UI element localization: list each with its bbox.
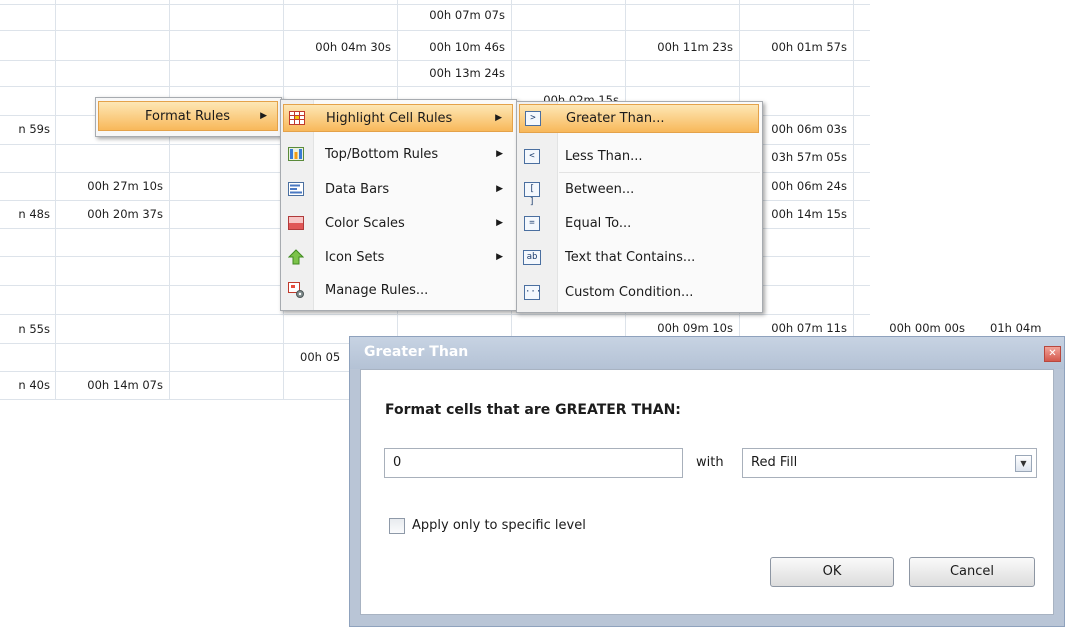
equal-to-icon: = bbox=[523, 214, 541, 232]
menu-item-highlight-cell-rules[interactable]: Highlight Cell Rules ▶ bbox=[283, 104, 513, 132]
format-rules-submenu: Highlight Cell Rules ▶ Top/Bottom Rules … bbox=[280, 99, 517, 311]
icon-sets-icon bbox=[287, 248, 305, 266]
dialog-title: Greater Than bbox=[364, 344, 469, 360]
menu-item-label: Format Rules bbox=[145, 108, 231, 124]
submenu-arrow-icon: ▶ bbox=[495, 113, 502, 123]
menu-item-top-bottom-rules[interactable]: Top/Bottom Rules ▶ bbox=[283, 140, 513, 168]
grid-cell[interactable]: 00h 10m 46s bbox=[397, 37, 505, 57]
dialog-heading: Format cells that are GREATER THAN: bbox=[385, 402, 681, 418]
between-icon-glyph: [ ] bbox=[524, 181, 540, 207]
grid-row-line bbox=[0, 60, 870, 61]
format-select-value: Red Fill bbox=[751, 455, 798, 470]
menu-separator bbox=[559, 172, 760, 173]
between-icon: [ ] bbox=[523, 180, 541, 207]
apply-specific-level-label: Apply only to specific level bbox=[412, 518, 586, 533]
grid-cell[interactable]: 00h 27m 10s bbox=[55, 176, 163, 196]
grid-row-line bbox=[0, 314, 870, 315]
menu-item-custom-condition[interactable]: ··· Custom Condition... bbox=[519, 278, 759, 306]
menu-item-format-rules[interactable]: Format Rules ▶ bbox=[98, 101, 278, 131]
grid-cell[interactable]: 00h 14m 07s bbox=[55, 375, 163, 395]
menu-item-greater-than[interactable]: > Greater Than... bbox=[519, 104, 759, 133]
dialog-body: Format cells that are GREATER THAN: 0 wi… bbox=[360, 369, 1054, 615]
grid-cell[interactable]: 00h 11m 23s bbox=[625, 37, 733, 57]
grid-cell[interactable]: n 55s bbox=[0, 319, 50, 339]
menu-item-text-that-contains[interactable]: ab Text that Contains... bbox=[519, 243, 759, 271]
apply-specific-level-checkbox[interactable] bbox=[389, 518, 405, 534]
context-menu: Format Rules ▶ bbox=[95, 97, 282, 137]
submenu-arrow-icon: ▶ bbox=[496, 149, 503, 159]
menu-item-label: Less Than... bbox=[565, 148, 643, 164]
chevron-down-icon[interactable]: ▼ bbox=[1015, 455, 1032, 472]
menu-item-label: Top/Bottom Rules bbox=[325, 146, 439, 162]
menu-item-data-bars[interactable]: Data Bars ▶ bbox=[283, 175, 513, 203]
manage-rules-icon bbox=[287, 281, 305, 299]
value-input[interactable]: 0 bbox=[384, 448, 683, 478]
menu-item-label: Text that Contains... bbox=[565, 249, 696, 265]
equal-to-icon-glyph: = bbox=[524, 215, 540, 231]
grid-cell[interactable]: 00h 04m 30s bbox=[283, 37, 391, 57]
grid-cell[interactable]: 00h 09m 10s bbox=[625, 318, 733, 338]
menu-item-label: Manage Rules... bbox=[325, 282, 429, 298]
grid-cell[interactable]: 00h 01m 57s bbox=[739, 37, 847, 57]
grid-cell[interactable]: 00h 20m 37s bbox=[55, 204, 163, 224]
custom-condition-icon-glyph: ··· bbox=[524, 284, 541, 300]
menu-item-label: Greater Than... bbox=[566, 111, 665, 126]
grid-cell[interactable]: 00h 13m 24s bbox=[397, 63, 505, 83]
less-than-icon-glyph: < bbox=[524, 148, 540, 164]
menu-item-between[interactable]: [ ] Between... bbox=[519, 175, 759, 207]
menu-item-manage-rules[interactable]: Manage Rules... bbox=[283, 276, 513, 304]
ok-button[interactable]: OK bbox=[770, 557, 894, 587]
menu-item-label: Color Scales bbox=[325, 215, 405, 231]
grid-cell[interactable]: n 40s bbox=[0, 375, 50, 395]
grid-row-line bbox=[0, 30, 870, 31]
cancel-button[interactable]: Cancel bbox=[909, 557, 1035, 587]
greater-than-dialog: Greater Than ✕ Format cells that are GRE… bbox=[349, 336, 1065, 627]
close-icon[interactable]: ✕ bbox=[1044, 346, 1061, 362]
less-than-icon: < bbox=[523, 147, 541, 165]
grid-cell[interactable]: 00h 00m 00s bbox=[853, 318, 965, 338]
format-select[interactable]: Red Fill ▼ bbox=[742, 448, 1037, 478]
color-scales-icon bbox=[287, 214, 305, 232]
grid-row-line bbox=[0, 86, 870, 87]
menu-item-label: Equal To... bbox=[565, 215, 632, 231]
dialog-title-bar[interactable]: Greater Than ✕ bbox=[350, 337, 1064, 369]
grid-cell[interactable]: 01h 04m bbox=[990, 318, 1065, 338]
submenu-arrow-icon: ▶ bbox=[496, 252, 503, 262]
text-contains-icon: ab bbox=[523, 248, 541, 266]
menu-item-less-than[interactable]: < Less Than... bbox=[519, 142, 759, 170]
menu-item-label: Between... bbox=[565, 181, 635, 197]
grid-cell[interactable]: 00h 07m 07s bbox=[397, 5, 505, 25]
grid-cell[interactable]: n 59s bbox=[0, 119, 50, 139]
grid-cell[interactable]: n 48s bbox=[0, 204, 50, 224]
highlight-cell-rules-submenu: > Greater Than... < Less Than... [ ] Bet… bbox=[516, 101, 763, 313]
submenu-arrow-icon: ▶ bbox=[260, 111, 267, 121]
custom-condition-icon: ··· bbox=[523, 283, 541, 301]
data-bars-icon bbox=[287, 180, 305, 198]
menu-item-color-scales[interactable]: Color Scales ▶ bbox=[283, 209, 513, 237]
with-label: with bbox=[696, 455, 724, 470]
submenu-arrow-icon: ▶ bbox=[496, 218, 503, 228]
grid-cell[interactable]: 00h 07m 11s bbox=[739, 318, 847, 338]
highlight-cell-rules-icon bbox=[288, 109, 306, 127]
top-bottom-rules-icon bbox=[287, 145, 305, 163]
submenu-arrow-icon: ▶ bbox=[496, 184, 503, 194]
menu-item-icon-sets[interactable]: Icon Sets ▶ bbox=[283, 243, 513, 271]
greater-than-icon-glyph: > bbox=[525, 111, 541, 126]
menu-item-label: Custom Condition... bbox=[565, 284, 694, 300]
menu-item-equal-to[interactable]: = Equal To... bbox=[519, 209, 759, 237]
menu-item-label: Data Bars bbox=[325, 181, 390, 197]
text-contains-icon-glyph: ab bbox=[523, 249, 541, 265]
greater-than-icon: > bbox=[524, 110, 542, 128]
menu-item-label: Highlight Cell Rules bbox=[326, 110, 453, 126]
menu-item-label: Icon Sets bbox=[325, 249, 385, 265]
